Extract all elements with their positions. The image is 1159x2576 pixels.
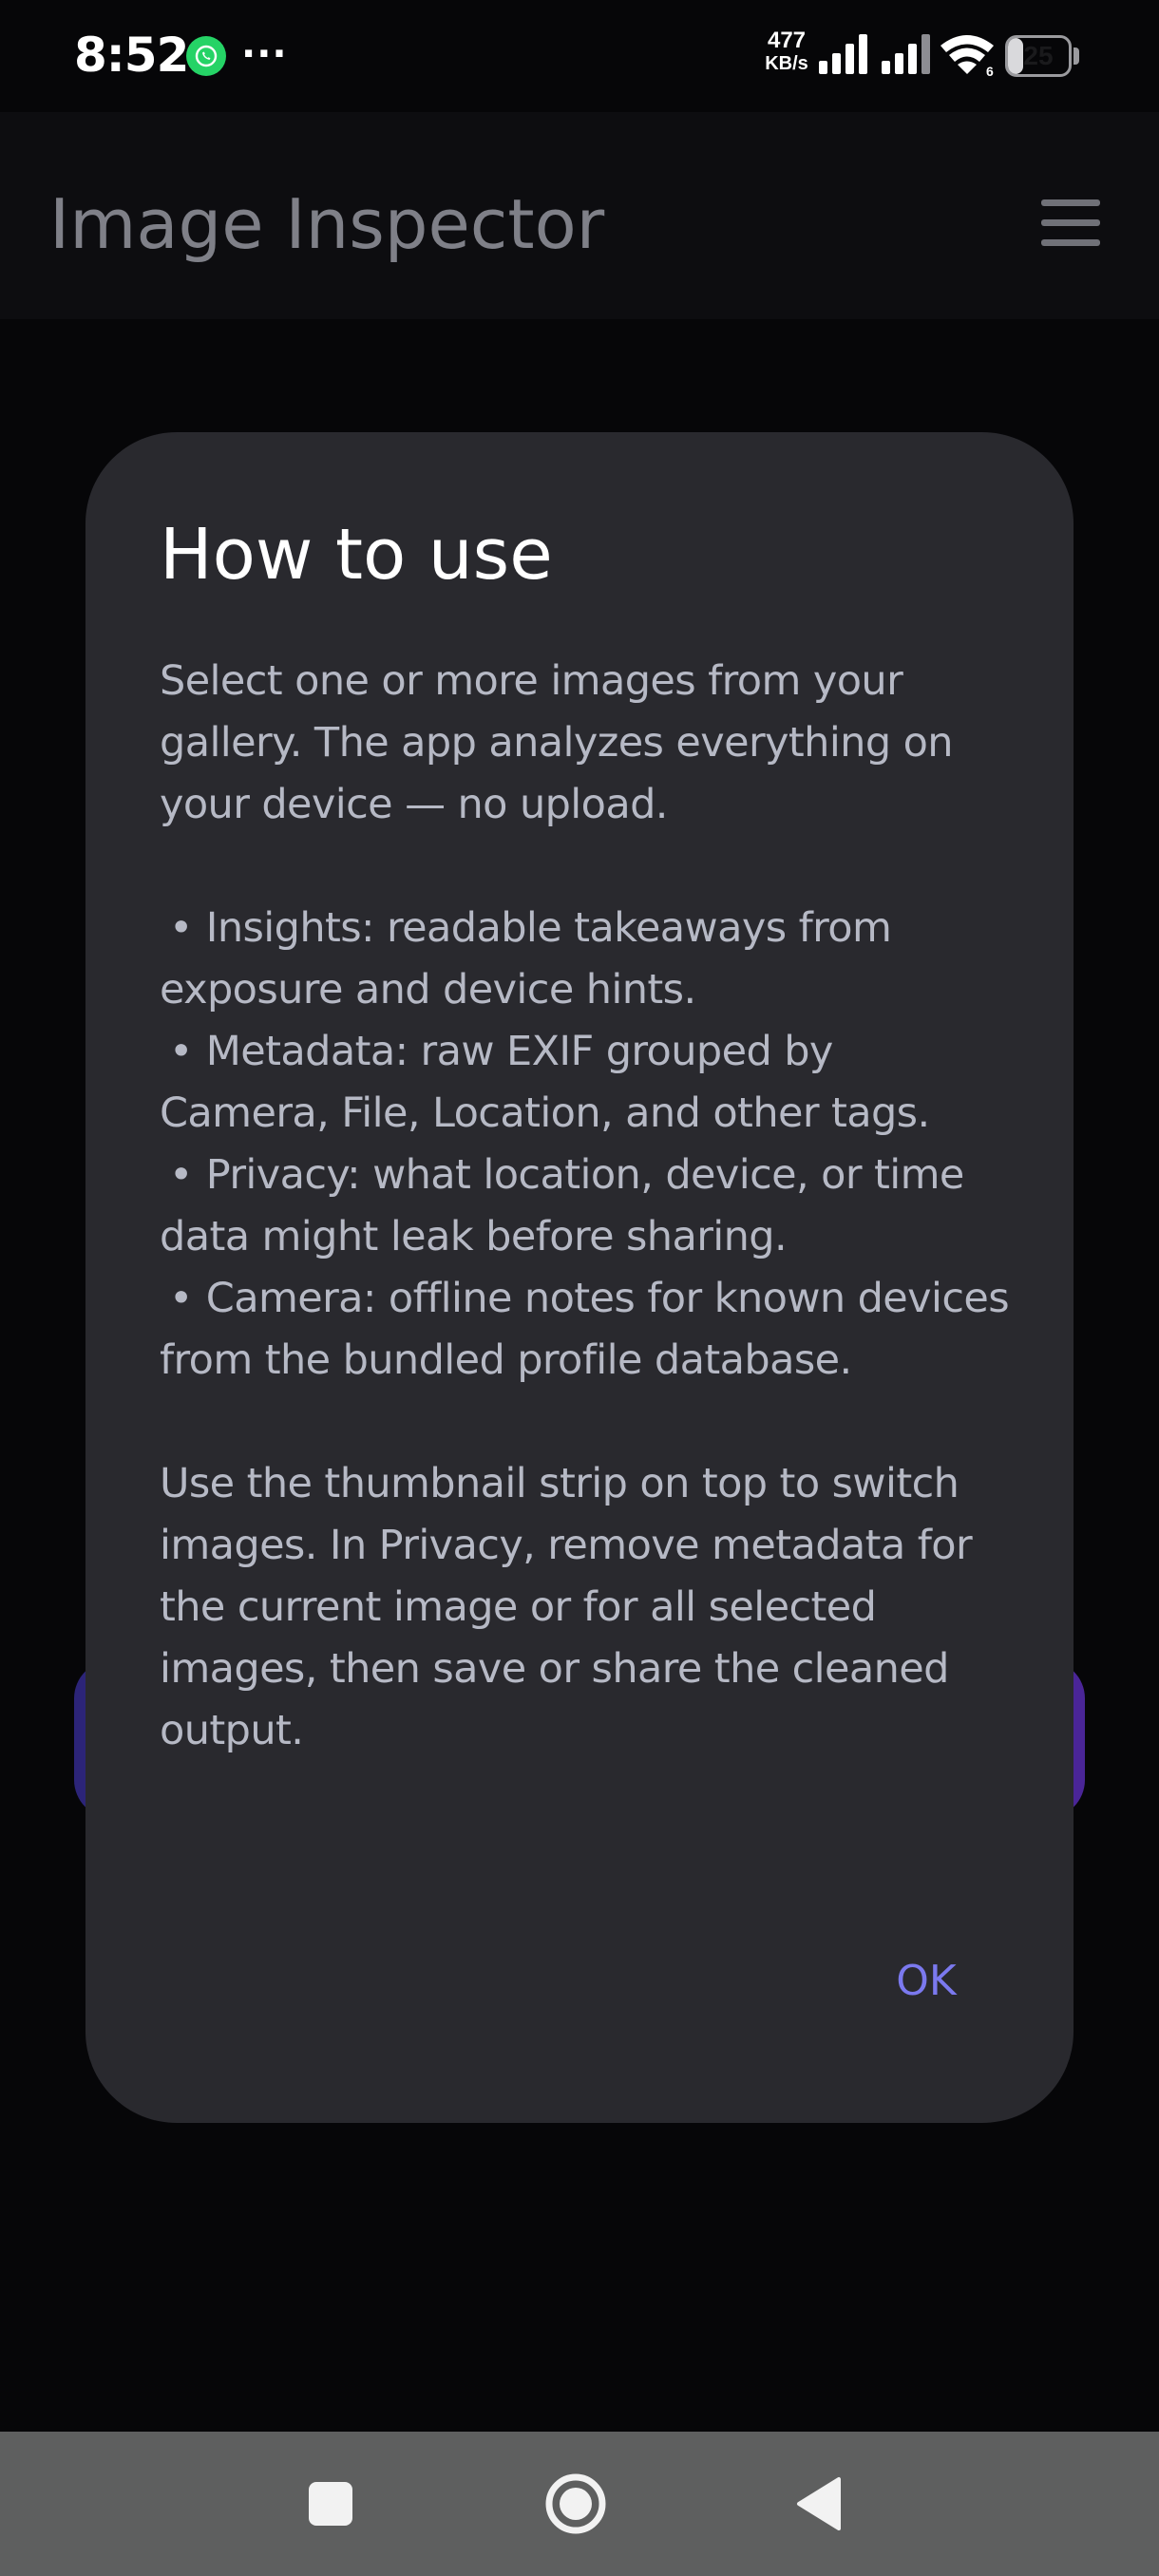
bullet-text: Insights: readable takeaways from exposu…	[160, 904, 892, 1013]
dialog-bullet-metadata: • Metadata: raw EXIF grouped by Camera, F…	[160, 1021, 1015, 1145]
bullet-marker: •	[169, 1028, 193, 1075]
app-bar: Image Inspector	[0, 112, 1159, 319]
battery-icon: 25	[1005, 35, 1072, 77]
dialog-intro: Select one or more images from your gall…	[160, 657, 954, 828]
network-speed-unit: KB/s	[765, 53, 808, 74]
dialog-outro: Use the thumbnail strip on top to switch…	[160, 1460, 973, 1754]
bullet-marker: •	[169, 1275, 193, 1322]
battery-level: 25	[1023, 41, 1054, 70]
hamburger-menu-icon[interactable]	[1041, 199, 1100, 247]
signal-1-icon	[819, 34, 867, 74]
dialog-title: How to use	[160, 514, 553, 596]
ok-button[interactable]: OK	[864, 1939, 988, 2024]
more-notifications-icon: ···	[241, 32, 288, 76]
network-speed-value: 477	[767, 28, 807, 53]
signal-2-icon	[882, 34, 930, 74]
network-speed: 477 KB/s	[763, 28, 810, 75]
dialog-bullet-insights: • Insights: readable takeaways from expos…	[160, 898, 1015, 1021]
dialog-bullet-camera: • Camera: offline notes for known devices…	[160, 1268, 1015, 1392]
whatsapp-notification-icon	[186, 36, 226, 76]
bullet-text: Metadata: raw EXIF grouped by Camera, Fi…	[160, 1028, 930, 1137]
battery-tip	[1074, 47, 1079, 65]
back-triangle-icon[interactable]	[782, 2466, 858, 2542]
dialog-body: Select one or more images from your gall…	[160, 651, 1015, 1762]
status-bar: 8:52 ··· 477 KB/s 6 25	[0, 0, 1159, 112]
svg-text:6: 6	[986, 64, 994, 78]
home-circle-icon[interactable]	[538, 2466, 614, 2542]
how-to-use-dialog: How to use Select one or more images fro…	[86, 432, 1074, 2123]
bullet-marker: •	[169, 1151, 193, 1199]
dialog-bullet-privacy: • Privacy: what location, device, or time…	[160, 1145, 1015, 1268]
system-nav-bar	[0, 2432, 1159, 2576]
bullet-text: Camera: offline notes for known devices …	[160, 1275, 1010, 1384]
status-time: 8:52	[74, 28, 189, 83]
bullet-text: Privacy: what location, device, or time …	[160, 1151, 964, 1260]
recents-square-icon[interactable]	[293, 2466, 369, 2542]
bullet-marker: •	[169, 904, 193, 952]
app-title: Image Inspector	[49, 184, 605, 264]
wifi-icon: 6	[940, 35, 994, 78]
